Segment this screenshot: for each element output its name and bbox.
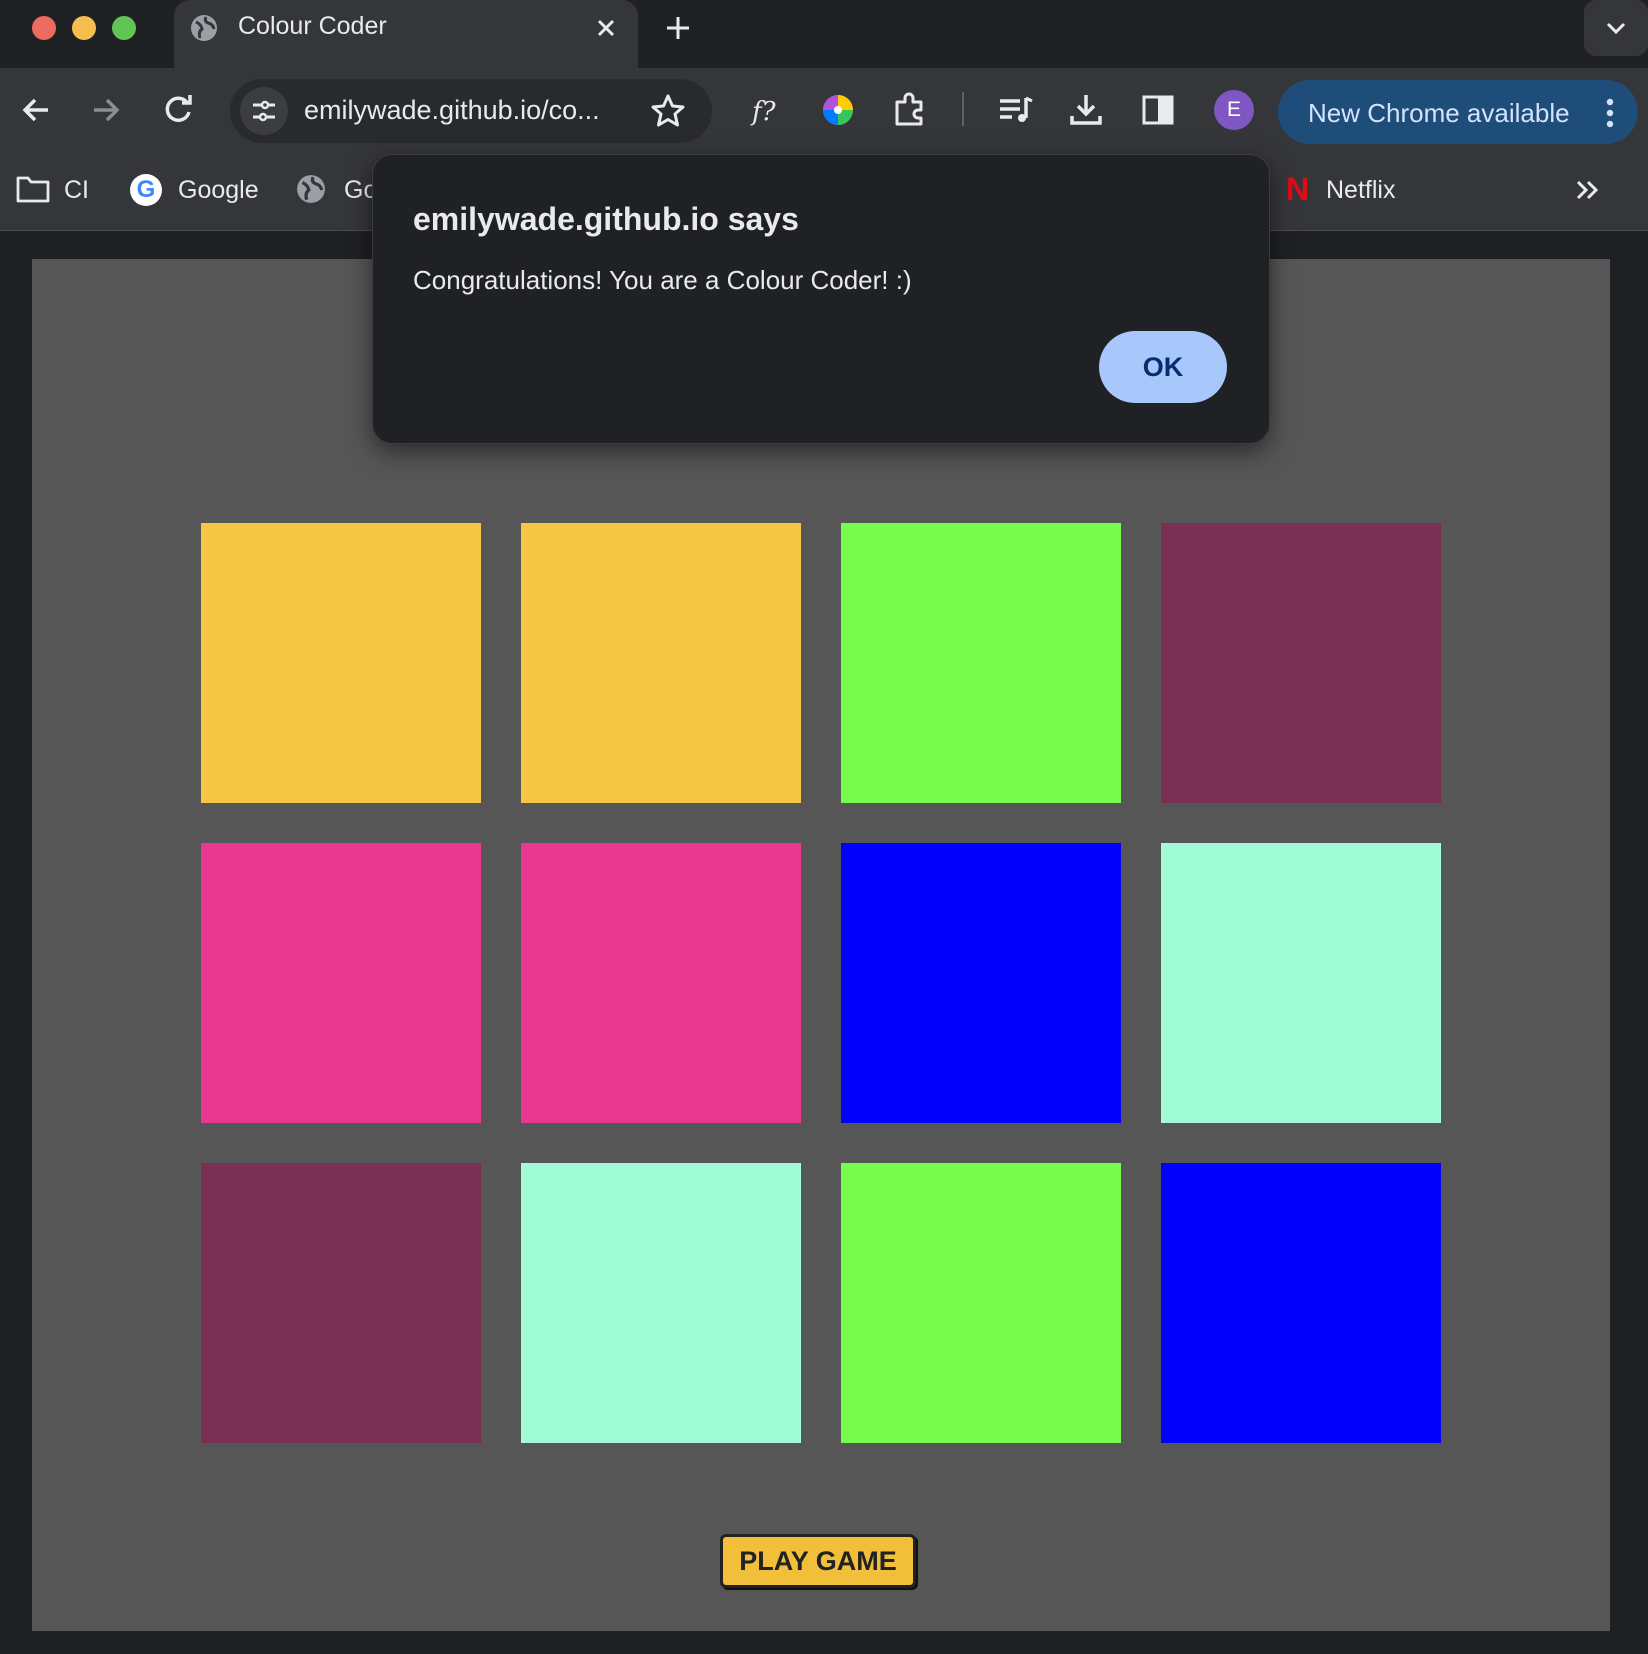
ok-button[interactable]: OK [1099, 331, 1227, 403]
media-queue-icon[interactable] [996, 90, 1036, 130]
close-window-button[interactable] [32, 16, 56, 40]
dialog-title: emilywade.github.io says [413, 201, 799, 237]
bookmark-label: Netflix [1326, 176, 1396, 204]
page-viewport: PLAY GAME [0, 231, 1648, 1654]
play-game-button[interactable]: PLAY GAME [720, 1534, 916, 1588]
colour-tile[interactable] [521, 843, 801, 1123]
colour-tile[interactable] [201, 1163, 481, 1443]
globe-icon [191, 15, 217, 41]
tab-colour-coder[interactable]: Colour Coder [174, 0, 638, 68]
tune-icon [253, 100, 275, 122]
new-tab-icon[interactable] [662, 12, 694, 44]
chevron-down-icon [1606, 22, 1626, 35]
netflix-icon: N [1286, 171, 1310, 207]
color-picker-extension-icon[interactable] [818, 90, 858, 130]
site-info-button[interactable] [240, 87, 288, 135]
game-board: PLAY GAME [32, 259, 1610, 1631]
tab-title: Colour Coder [238, 12, 387, 40]
tab-search-button[interactable] [1584, 0, 1648, 56]
minimize-window-button[interactable] [72, 16, 96, 40]
reload-icon[interactable] [158, 90, 198, 130]
fullscreen-window-button[interactable] [112, 16, 136, 40]
alert-dialog: emilywade.github.io says Congratulations… [372, 154, 1270, 444]
colour-tile[interactable] [521, 1163, 801, 1443]
more-vert-icon [1606, 98, 1614, 128]
tab-strip: Colour Coder [0, 0, 1648, 68]
address-bar[interactable]: emilywade.github.io/co... [230, 79, 712, 143]
svg-text:f?: f? [750, 97, 777, 127]
profile-avatar[interactable]: E [1214, 90, 1254, 130]
forward-arrow-icon[interactable] [86, 90, 126, 130]
colour-tile[interactable] [841, 523, 1121, 803]
download-icon[interactable] [1066, 90, 1106, 130]
bookmark-label: CI [64, 176, 89, 204]
dialog-message: Congratulations! You are a Colour Coder!… [413, 265, 912, 295]
extensions-puzzle-icon[interactable] [890, 90, 930, 130]
colour-tile[interactable] [1161, 523, 1441, 803]
font-extension-icon[interactable]: f? [746, 90, 786, 130]
colour-tile[interactable] [841, 843, 1121, 1123]
toolbar: emilywade.github.io/co... f? E New Chrom… [0, 68, 1648, 150]
toolbar-divider [962, 92, 964, 126]
colour-tile[interactable] [201, 523, 481, 803]
colour-tile[interactable] [521, 523, 801, 803]
google-icon: G [130, 174, 162, 206]
bookmark-label: Google [178, 176, 259, 204]
update-label: New Chrome available [1308, 98, 1570, 128]
colour-tile[interactable] [1161, 843, 1441, 1123]
side-panel-icon[interactable] [1138, 90, 1178, 130]
colour-tile[interactable] [841, 1163, 1121, 1443]
colour-tile[interactable] [201, 843, 481, 1123]
chevron-double-right-icon[interactable] [1572, 174, 1604, 206]
folder-icon [16, 176, 50, 203]
close-icon[interactable] [592, 14, 620, 42]
back-arrow-icon[interactable] [16, 90, 56, 130]
url-text[interactable]: emilywade.github.io/co... [304, 95, 600, 126]
bookmark-star-icon[interactable] [650, 93, 686, 129]
colour-tile[interactable] [1161, 1163, 1441, 1443]
new-chrome-available-button[interactable]: New Chrome available [1278, 80, 1638, 144]
globe-icon [297, 175, 325, 203]
